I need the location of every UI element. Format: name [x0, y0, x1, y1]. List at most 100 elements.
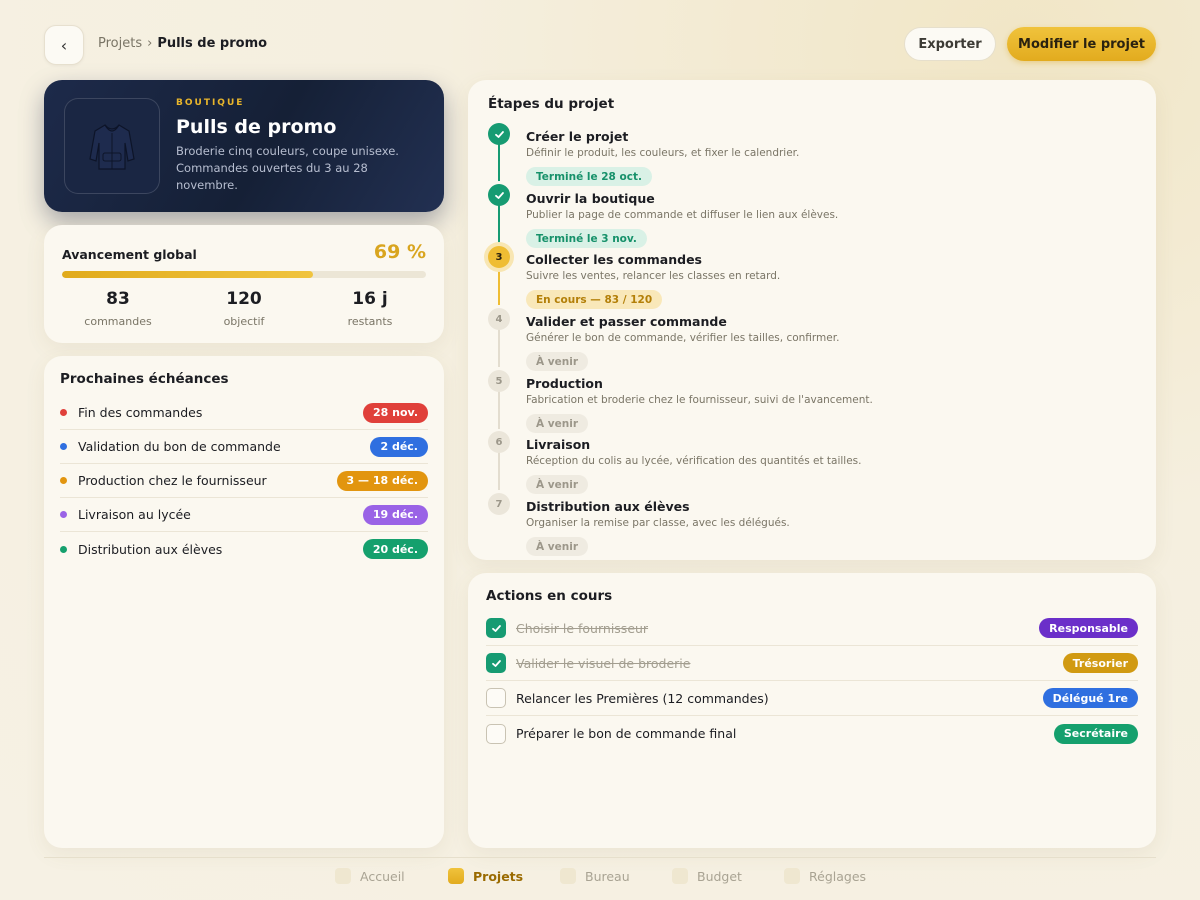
step-description: Publier la page de commande et diffuser …: [526, 209, 839, 221]
progress-bar-fill: [62, 271, 314, 278]
deadline-date-badge: 28 nov.: [363, 402, 428, 423]
step-name: Valider et passer commande: [526, 314, 727, 329]
step-name: Production: [526, 376, 603, 391]
actions-title: Actions en cours: [486, 588, 613, 604]
steps-title: Étapes du projet: [488, 96, 615, 112]
deadline-date-badge: 20 déc.: [362, 539, 428, 559]
step-connector: [498, 203, 500, 243]
nav-item-budget[interactable]: Budget: [672, 868, 742, 884]
step-connector: [498, 391, 500, 429]
action-label: Choisir le fournisseur: [516, 620, 649, 636]
nav-label: Projets: [473, 868, 524, 884]
deadline-item[interactable]: Fin des commandes 28 nov.: [60, 396, 428, 430]
check-icon: [491, 659, 501, 667]
step-status-pill: En cours — 83 / 120: [526, 290, 663, 309]
action-item: Valider le visuel de broderie Trésorier: [486, 646, 1138, 681]
action-label: Valider le visuel de broderie: [516, 655, 691, 671]
nav-item-projets[interactable]: Projets: [448, 868, 523, 884]
stat-label: commandes: [84, 315, 152, 328]
step-number: 5: [488, 370, 510, 392]
deadline-item[interactable]: Distribution aux élèves 20 déc.: [60, 532, 428, 566]
step-status-pill: Terminé le 3 nov.: [526, 229, 647, 248]
status-dot: [60, 477, 67, 484]
nav-item-accueil[interactable]: Accueil: [335, 868, 405, 884]
checkbox-checked[interactable]: [486, 653, 506, 673]
stat-remaining: 16 j restants: [310, 289, 430, 328]
breadcrumb-separator: ›: [147, 36, 153, 51]
deadline-label: Livraison au lycée: [78, 507, 191, 522]
budget-icon: [672, 868, 688, 884]
checkbox-checked[interactable]: [486, 618, 506, 638]
deadline-item[interactable]: Livraison au lycée 19 déc.: [60, 498, 428, 532]
hero-description: Broderie cinq couleurs, coupe unisexe. C…: [176, 144, 399, 192]
breadcrumb-parent-link[interactable]: Projets: [98, 36, 142, 51]
nav-label: Réglages: [809, 868, 867, 884]
hoodie-icon: [64, 98, 160, 194]
action-item: Préparer le bon de commande final Secrét…: [486, 716, 1138, 751]
check-icon: [491, 624, 501, 632]
role-badge: Délégué 1re: [1042, 688, 1138, 708]
projects-icon: [448, 868, 464, 884]
edit-project-button[interactable]: Modifier le projet: [1007, 27, 1156, 61]
progress-label: Avancement global: [62, 247, 197, 262]
progress-percent: 69 %: [373, 241, 426, 263]
settings-icon: [784, 868, 800, 884]
chevron-left-icon: ‹: [60, 35, 68, 55]
stat-label: objectif: [223, 315, 265, 328]
role-badge: Responsable: [1039, 618, 1138, 638]
status-dot: [60, 511, 67, 518]
home-icon: [335, 868, 351, 884]
step-name: Distribution aux élèves: [526, 499, 690, 514]
step-name: Créer le projet: [526, 129, 629, 144]
office-icon: [560, 868, 576, 884]
export-button[interactable]: Exporter: [904, 27, 996, 61]
action-label: Relancer les Premières (12 commandes): [516, 690, 769, 706]
check-icon: [488, 184, 510, 206]
nav-label: Bureau: [585, 868, 630, 884]
status-dot: [60, 545, 67, 553]
hero-category-tag: BOUTIQUE: [176, 98, 245, 108]
deadline-date-badge: 3 — 18 déc.: [336, 470, 428, 491]
action-label: Préparer le bon de commande final: [516, 726, 737, 741]
step-number: 4: [488, 308, 510, 330]
hero-title: Pulls de promo: [176, 116, 337, 138]
step-name: Collecter les commandes: [526, 252, 702, 267]
deadline-label: Validation du bon de commande: [78, 439, 281, 454]
deadline-item[interactable]: Production chez le fournisseur 3 — 18 dé…: [60, 464, 428, 498]
deadlines-title: Prochaines échéances: [60, 371, 229, 387]
step-number: 3: [488, 246, 510, 268]
breadcrumb: Projets › Pulls de promo: [98, 36, 267, 51]
role-badge: Trésorier: [1062, 653, 1138, 673]
step-connector: [498, 329, 500, 367]
step-name: Livraison: [526, 437, 591, 452]
progress-bar: [62, 271, 426, 278]
stat-value: 120: [226, 289, 262, 309]
stat-goal: 120 objectif: [184, 289, 304, 328]
nav-label: Accueil: [360, 868, 405, 884]
project-hero-card: BOUTIQUE Pulls de promo Broderie cinq co…: [44, 80, 444, 212]
checkbox-unchecked[interactable]: [486, 688, 506, 708]
back-button[interactable]: ‹: [44, 25, 84, 65]
stat-value: 16 j: [352, 289, 388, 309]
step-status-pill: À venir: [526, 537, 588, 556]
deadline-item[interactable]: Validation du bon de commande 2 déc.: [60, 430, 428, 464]
nav-label: Budget: [697, 868, 742, 884]
check-icon: [488, 123, 510, 145]
step-description: Définir le produit, les couleurs, et fix…: [526, 147, 800, 159]
deadlines-card: Prochaines échéances Fin des commandes 2…: [44, 356, 444, 848]
step-status-pill: À venir: [526, 414, 588, 433]
step-connector: [498, 452, 500, 490]
deadlines-list: Fin des commandes 28 nov. Validation du …: [60, 396, 428, 566]
checkbox-unchecked[interactable]: [486, 723, 506, 744]
step-name: Ouvrir la boutique: [526, 191, 655, 206]
global-progress-card: Avancement global 69 % 83 commandes 120 …: [44, 225, 444, 343]
status-dot: [60, 443, 67, 450]
stat-label: restants: [347, 315, 393, 328]
step-status-pill: À venir: [526, 475, 588, 494]
step-description: Fabrication et broderie chez le fourniss…: [526, 394, 873, 406]
deadline-label: Fin des commandes: [78, 405, 203, 420]
nav-item-bureau[interactable]: Bureau: [560, 868, 630, 884]
breadcrumb-current: Pulls de promo: [157, 36, 268, 51]
step-status-pill: À venir: [526, 352, 588, 371]
nav-item-reglages[interactable]: Réglages: [784, 868, 866, 884]
